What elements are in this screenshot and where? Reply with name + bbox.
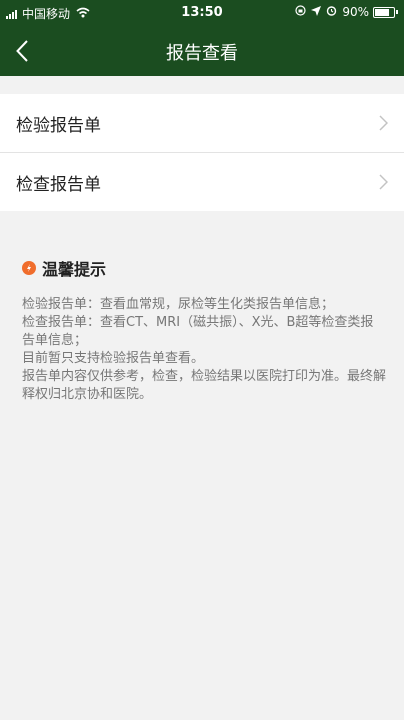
tip-icon: [22, 261, 36, 275]
battery-percent: 90%: [342, 5, 369, 19]
header: 中国移动 13:50 90% 报告查看: [0, 0, 404, 76]
status-bar: 中国移动 13:50 90%: [0, 0, 404, 26]
report-list: 检验报告单 检查报告单: [0, 94, 404, 211]
list-item-exam-report[interactable]: 检查报告单: [0, 152, 404, 211]
status-right: 90%: [295, 5, 398, 19]
page-title: 报告查看: [166, 43, 238, 64]
tips-header: 温馨提示: [22, 256, 386, 280]
list-item-lab-report[interactable]: 检验报告单: [0, 94, 404, 152]
tips-section: 温馨提示 检验报告单：查看血常规，尿检等生化类报告单信息； 检查报告单：查看CT…: [22, 256, 386, 404]
tips-line: 报告单内容仅供参考，检查，检验结果以医院打印为准。最终解释权归北京协和医院。: [22, 369, 387, 402]
nav-bar: 报告查看: [0, 26, 404, 76]
tips-title: 温馨提示: [42, 260, 107, 279]
chevron-right-icon: [379, 115, 388, 131]
list-item-label: 检验报告单: [16, 116, 101, 136]
tips-line: 目前暂只支持检验报告单查看。: [22, 351, 205, 366]
chevron-right-icon: [379, 174, 388, 190]
orientation-lock-icon: [295, 5, 306, 19]
tips-text: 检验报告单：查看血常规，尿检等生化类报告单信息； 检查报告单：查看CT、MRI（…: [22, 296, 386, 404]
tips-line: 检验报告单：查看血常规，尿检等生化类报告单信息；: [22, 297, 335, 312]
list-item-label: 检查报告单: [16, 175, 101, 195]
alarm-icon: [326, 5, 337, 19]
location-icon: [311, 5, 322, 19]
battery-icon: [373, 6, 398, 18]
tips-line: 检查报告单：查看CT、MRI（磁共振）、X光、B超等检查类报告单信息；: [22, 315, 374, 348]
